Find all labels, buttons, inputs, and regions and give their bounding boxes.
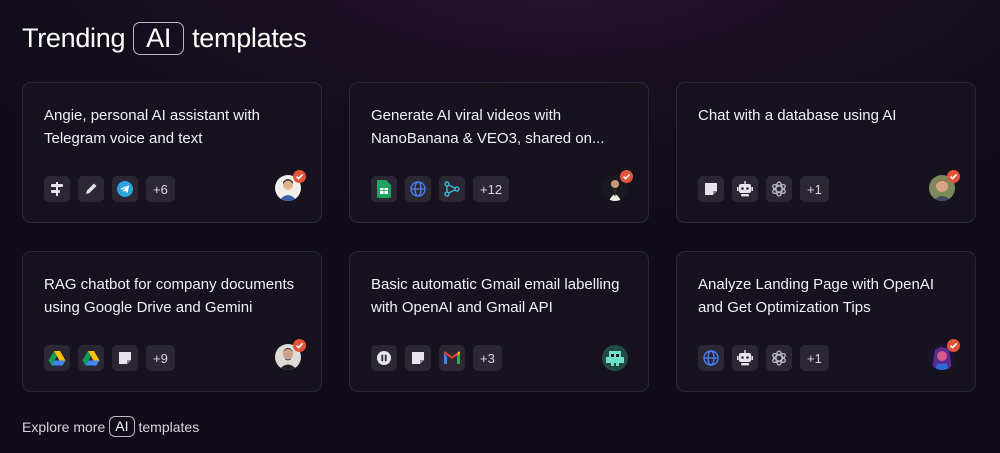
telegram-icon bbox=[112, 176, 138, 202]
more-count: +1 bbox=[800, 176, 829, 202]
verified-check-icon bbox=[947, 339, 960, 352]
template-card[interactable]: Chat with a database using AI +1 bbox=[676, 82, 976, 223]
robot-icon bbox=[732, 345, 758, 371]
globe-icon bbox=[405, 176, 431, 202]
title-prefix: Trending bbox=[22, 23, 126, 53]
pencil-icon bbox=[78, 176, 104, 202]
openai-icon bbox=[766, 176, 792, 202]
more-count: +9 bbox=[146, 345, 175, 371]
google-drive-icon bbox=[78, 345, 104, 371]
more-count: +12 bbox=[473, 176, 510, 202]
sticky-note-icon bbox=[112, 345, 138, 371]
card-title: Generate AI viral videos with NanoBanana… bbox=[371, 107, 605, 147]
template-card[interactable]: RAG chatbot for company documents using … bbox=[22, 251, 322, 392]
more-count: +6 bbox=[146, 176, 175, 202]
card-title: RAG chatbot for company documents using … bbox=[44, 276, 295, 316]
node-icons: +1 bbox=[698, 345, 829, 371]
openai-icon bbox=[766, 345, 792, 371]
node-icons: +6 bbox=[44, 176, 175, 202]
template-card[interactable]: Angie, personal AI assistant with Telegr… bbox=[22, 82, 322, 223]
gmail-icon bbox=[439, 345, 465, 371]
template-card[interactable]: Basic automatic Gmail email labelling wi… bbox=[349, 251, 649, 392]
title-suffix: templates bbox=[192, 23, 307, 53]
verified-check-icon bbox=[947, 170, 960, 183]
node-icons: +1 bbox=[698, 176, 829, 202]
template-card[interactable]: Analyze Landing Page with OpenAI and Get… bbox=[676, 251, 976, 392]
verified-check-icon bbox=[620, 170, 633, 183]
verified-check-icon bbox=[293, 170, 306, 183]
node-icons: +12 bbox=[371, 176, 510, 202]
pause-icon bbox=[371, 345, 397, 371]
ai-tag-pill[interactable]: AI bbox=[133, 22, 185, 55]
template-card[interactable]: Generate AI viral videos with NanoBanana… bbox=[349, 82, 649, 223]
sticky-note-icon bbox=[698, 176, 724, 202]
google-sheets-icon bbox=[371, 176, 397, 202]
card-title: Analyze Landing Page with OpenAI and Get… bbox=[698, 276, 934, 316]
footer-suffix: templates bbox=[138, 418, 200, 435]
sticky-note-icon bbox=[405, 345, 431, 371]
node-icons: +9 bbox=[44, 345, 175, 371]
template-grid: Angie, personal AI assistant with Telegr… bbox=[22, 82, 976, 392]
footer-prefix: Explore more bbox=[22, 418, 106, 435]
avatar[interactable] bbox=[602, 345, 628, 371]
google-drive-icon bbox=[44, 345, 70, 371]
workflow-branch-icon bbox=[439, 176, 465, 202]
section-title: Trending AI templates bbox=[22, 22, 307, 55]
verified-check-icon bbox=[293, 339, 306, 352]
more-count: +3 bbox=[473, 345, 502, 371]
card-title: Angie, personal AI assistant with Telegr… bbox=[44, 107, 260, 147]
globe-icon bbox=[698, 345, 724, 371]
more-count: +1 bbox=[800, 345, 829, 371]
explore-more-link[interactable]: Explore more AI templates bbox=[22, 416, 199, 437]
robot-icon bbox=[732, 176, 758, 202]
footer-ai-pill[interactable]: AI bbox=[109, 416, 135, 437]
node-icons: +3 bbox=[371, 345, 502, 371]
card-title: Chat with a database using AI bbox=[698, 107, 897, 124]
switch-node-icon bbox=[44, 176, 70, 202]
card-title: Basic automatic Gmail email labelling wi… bbox=[371, 276, 620, 316]
